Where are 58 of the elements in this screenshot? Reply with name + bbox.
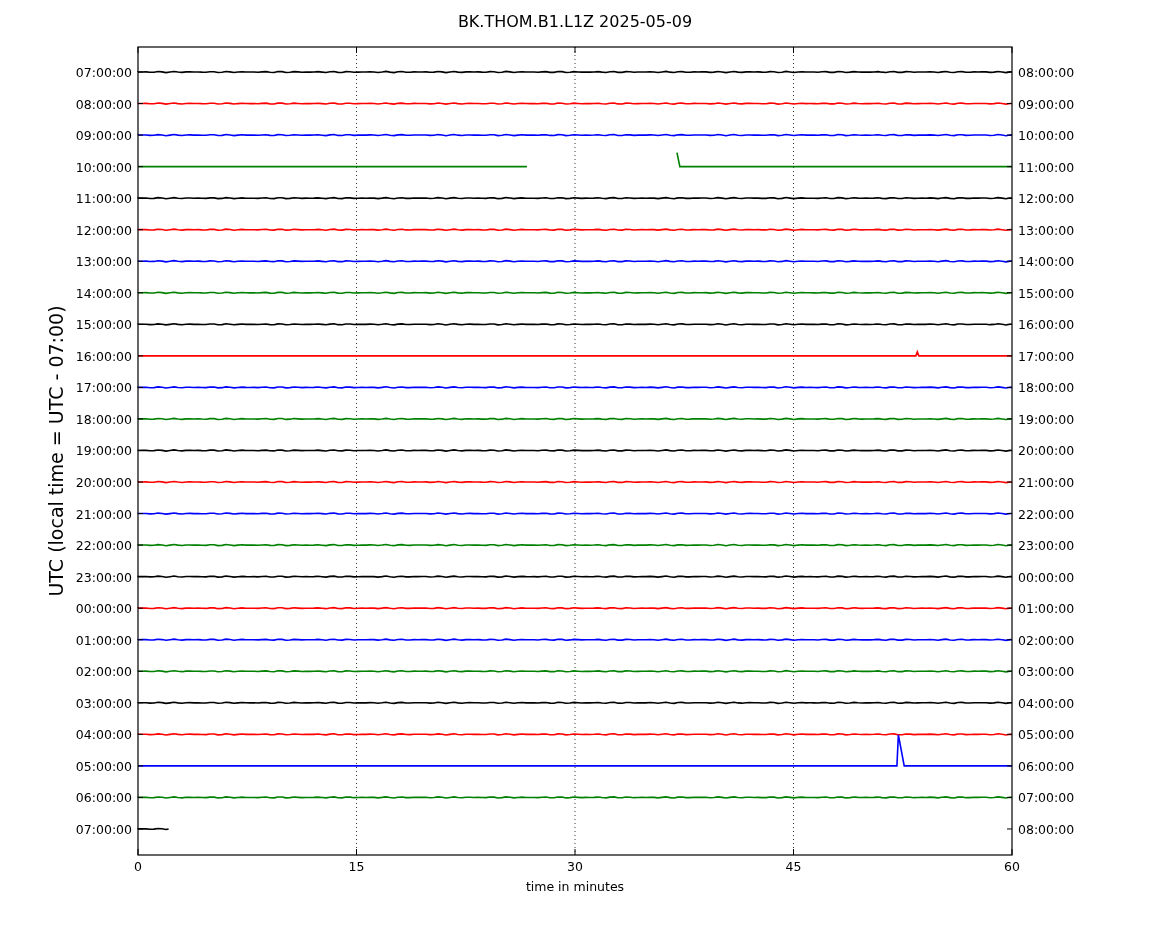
time-label: 21:00:00	[1018, 475, 1075, 490]
time-label: 07:00:00	[75, 821, 132, 837]
axis-tick-label: 45	[785, 859, 802, 874]
time-label: 17:00:00	[1018, 348, 1075, 364]
time-label: 03:00:00	[75, 695, 132, 711]
time-label: 14:00:00	[1018, 254, 1075, 270]
time-label: 23:00:00	[75, 569, 132, 585]
axis-tick-label: 60	[1004, 859, 1020, 874]
time-label: 02:00:00	[1018, 632, 1075, 648]
time-label: 08:00:00	[1018, 821, 1075, 837]
time-label: 04:00:00	[75, 727, 132, 743]
time-label: 11:00:00	[75, 191, 132, 207]
time-label: 01:00:00	[1018, 601, 1075, 617]
time-label: 16:00:00	[75, 348, 132, 364]
time-label: 07:00:00	[75, 65, 132, 80]
time-label: 17:00:00	[75, 380, 132, 396]
time-label: 08:00:00	[75, 96, 132, 112]
time-label: 05:00:00	[75, 758, 132, 774]
time-label: 00:00:00	[75, 601, 132, 617]
time-label: 14:00:00	[75, 285, 132, 301]
time-label: 04:00:00	[1018, 695, 1075, 711]
time-label: 09:00:00	[75, 128, 132, 144]
time-label: 19:00:00	[75, 443, 132, 459]
time-label: 15:00:00	[75, 317, 132, 333]
time-label: 05:00:00	[1018, 727, 1075, 743]
time-label: 22:00:00	[75, 538, 132, 554]
x-axis-label: time in minutes	[525, 879, 625, 894]
time-label: 10:00:00	[75, 159, 132, 175]
time-label: 20:00:00	[1018, 443, 1075, 459]
time-label: 19:00:00	[1018, 411, 1075, 427]
time-label: 09:00:00	[1018, 96, 1075, 112]
axis-tick-label: 15	[348, 859, 365, 874]
time-label: 20:00:00	[75, 475, 132, 490]
axis-tick-label: 30	[567, 859, 583, 874]
time-label: 06:00:00	[75, 790, 132, 806]
time-label: 15:00:00	[1018, 285, 1075, 301]
time-label: 16:00:00	[1018, 317, 1075, 333]
time-label: 23:00:00	[1018, 538, 1075, 554]
time-label: 12:00:00	[1018, 191, 1075, 207]
time-label: 13:00:00	[75, 254, 132, 270]
time-label: 13:00:00	[1018, 222, 1075, 238]
time-label: 01:00:00	[75, 632, 132, 648]
time-label: 03:00:00	[1018, 664, 1075, 680]
time-label: 08:00:00	[1018, 65, 1075, 80]
time-label: 00:00:00	[1018, 569, 1075, 585]
time-label: 22:00:00	[1018, 506, 1075, 522]
time-label: 02:00:00	[75, 664, 132, 680]
chart-title: BK.THOM.B1.L1Z 2025-05-09	[457, 12, 693, 31]
time-label: 11:00:00	[1018, 159, 1075, 175]
time-label: 10:00:00	[1018, 128, 1075, 144]
axis-tick-label: 0	[134, 859, 142, 874]
time-label: 21:00:00	[75, 506, 132, 522]
time-label: 12:00:00	[75, 222, 132, 238]
y-axis-label: UTC (local time = UTC - 07:00)	[45, 305, 67, 597]
time-label: 07:00:00	[1018, 790, 1075, 806]
time-label: 18:00:00	[75, 411, 132, 427]
time-label: 18:00:00	[1018, 380, 1075, 396]
time-label: 06:00:00	[1018, 758, 1075, 774]
